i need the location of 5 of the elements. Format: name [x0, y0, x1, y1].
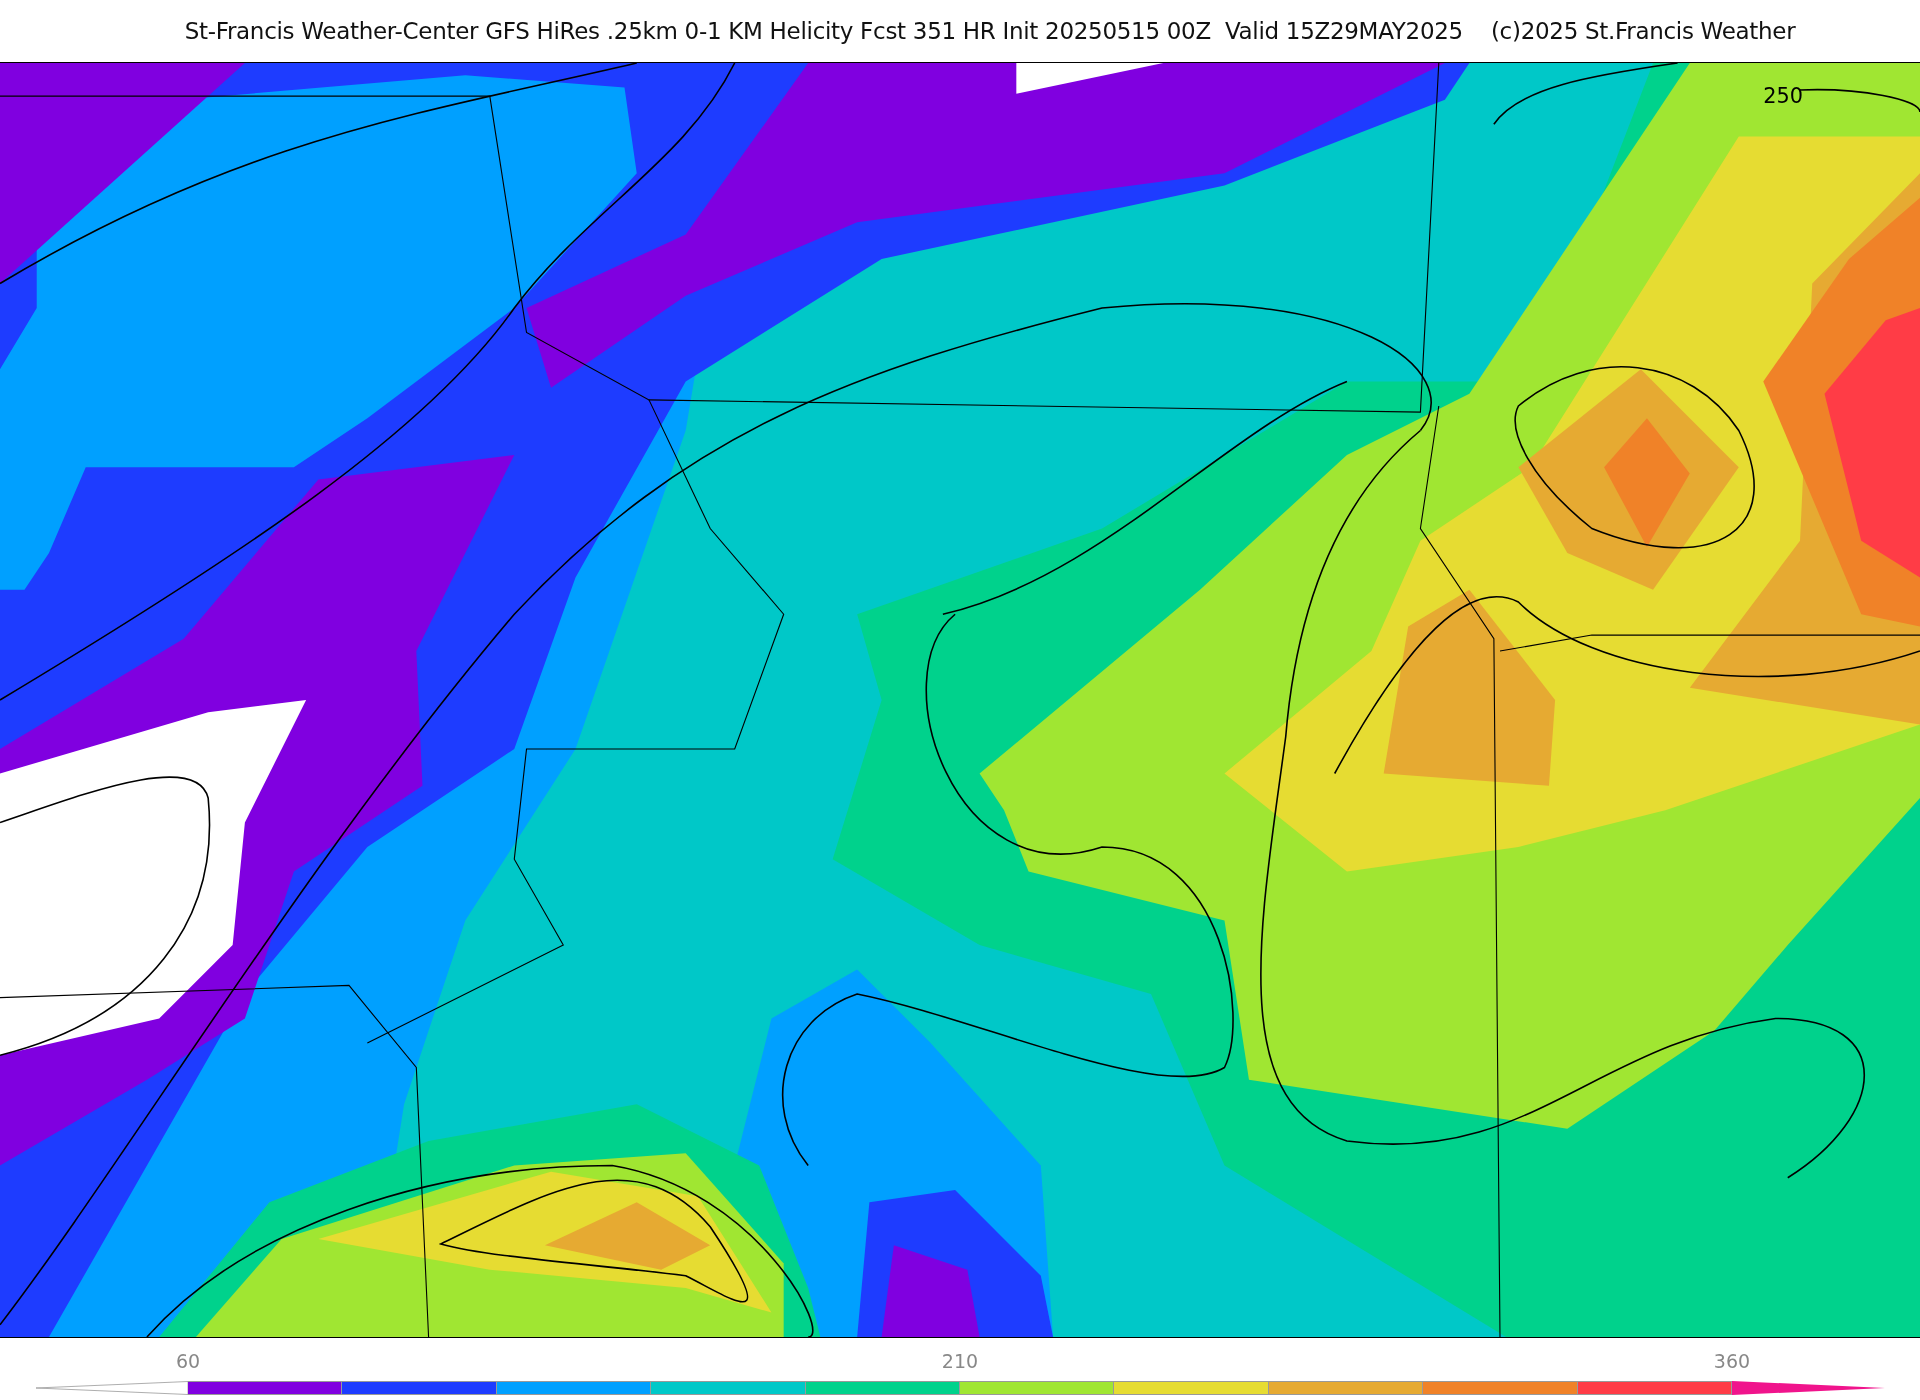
colorbar-label: 60	[175, 1350, 201, 1372]
chart-title: St-Francis Weather-Center GFS HiRes .25km 0-1 KM Helicity Fcst 351 HR Init 20250515 00Z Valid 15Z29MAY2025 (c)2025 St.Francis Weather	[184, 18, 1796, 44]
contour-label: 250	[1763, 84, 1803, 109]
colorbar-label: 210	[941, 1350, 979, 1372]
colorbar-label: 360	[1713, 1350, 1751, 1372]
